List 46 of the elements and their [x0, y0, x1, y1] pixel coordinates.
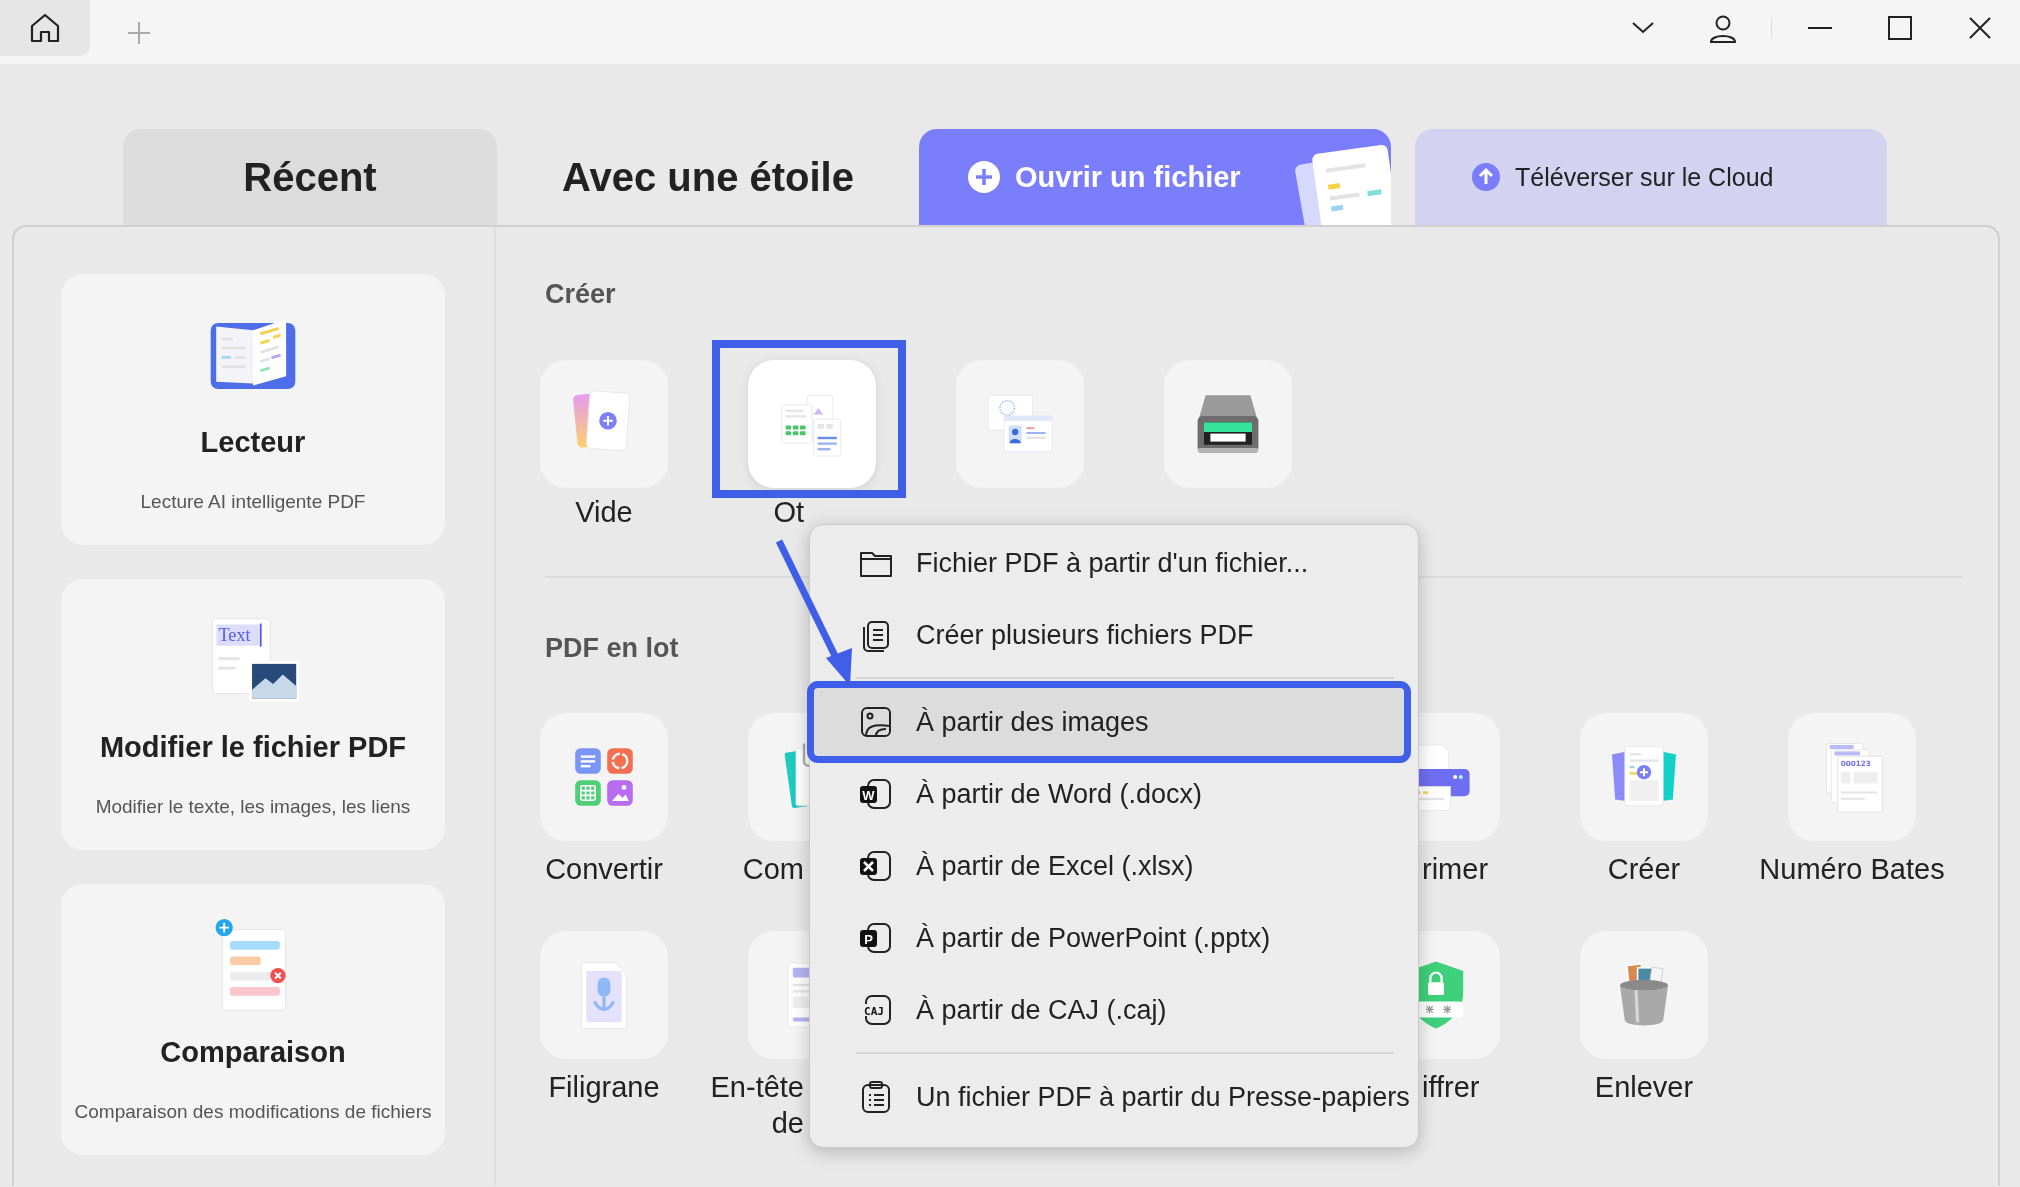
- tool-tile[interactable]: [540, 931, 668, 1059]
- plus-icon[interactable]: [126, 20, 152, 46]
- menu-item[interactable]: Fichier PDF à partir d'un fichier...: [812, 527, 1416, 599]
- tool-tile[interactable]: [1580, 713, 1708, 841]
- card-title: Modifier le fichier PDF: [99, 731, 407, 764]
- home-tab[interactable]: [0, 0, 90, 56]
- tool-tile[interactable]: [540, 360, 668, 488]
- tile-label: Convertir: [544, 852, 664, 887]
- menu-item[interactable]: À partir de Excel (.xlsx): [812, 830, 1416, 902]
- tile-label: Com: [742, 852, 804, 887]
- menu-item[interactable]: W À partir de Word (.docx): [812, 758, 1416, 830]
- tab[interactable]: Avec une étoile: [497, 129, 919, 225]
- tile-label: Filigrane: [547, 1070, 661, 1105]
- tool-tile[interactable]: [1164, 360, 1292, 488]
- tile-label: rimer: [1422, 852, 1489, 887]
- menu-item[interactable]: CAJ À partir de CAJ (.caj): [812, 974, 1416, 1046]
- spreadsheet-file-icon: [858, 848, 894, 884]
- card-subtitle: Comparaison des modifications de fichiers: [74, 1101, 432, 1123]
- section-title: Créer: [545, 278, 616, 311]
- tool-tile[interactable]: [1580, 931, 1708, 1059]
- user-icon: [1708, 13, 1738, 43]
- tile-label: En-tête de: [710, 1070, 804, 1141]
- menu-item[interactable]: Un fichier PDF à partir du Presse-papiers: [812, 1061, 1416, 1133]
- menu-item[interactable]: P À partir de PowerPoint (.pptx): [812, 902, 1416, 974]
- card-title: Lecteur: [200, 426, 306, 459]
- section-title: PDF en lot: [545, 632, 679, 665]
- image-icon: [858, 704, 894, 740]
- tile-label: Numéro Bates: [1758, 852, 1946, 887]
- menu-item[interactable]: Créer plusieurs fichiers PDF: [812, 599, 1416, 671]
- tool-tile[interactable]: [748, 360, 876, 488]
- tool-tile[interactable]: [540, 713, 668, 841]
- tile-label: Enlever: [1593, 1070, 1695, 1105]
- tile-label: Vide: [574, 495, 634, 530]
- tile-label: Ot: [773, 495, 804, 530]
- tool-tile[interactable]: 000123: [1788, 713, 1916, 841]
- tool-tile[interactable]: [956, 360, 1084, 488]
- tile-label: Créer: [1606, 852, 1682, 887]
- tab[interactable]: Récent: [123, 129, 497, 225]
- upload-button[interactable]: Téléverser sur le Cloud: [1415, 129, 1887, 225]
- maximize-icon: [1885, 13, 1915, 43]
- card-subtitle: Lecture AI intelligente PDF: [140, 491, 366, 513]
- plus-circle-icon: [967, 160, 1001, 194]
- tile-label: iffrer: [1422, 1070, 1480, 1105]
- minimize-icon: [1808, 27, 1832, 29]
- card-subtitle: Modifier le texte, les images, les liens: [95, 796, 411, 818]
- card-title: Comparaison: [160, 1036, 346, 1069]
